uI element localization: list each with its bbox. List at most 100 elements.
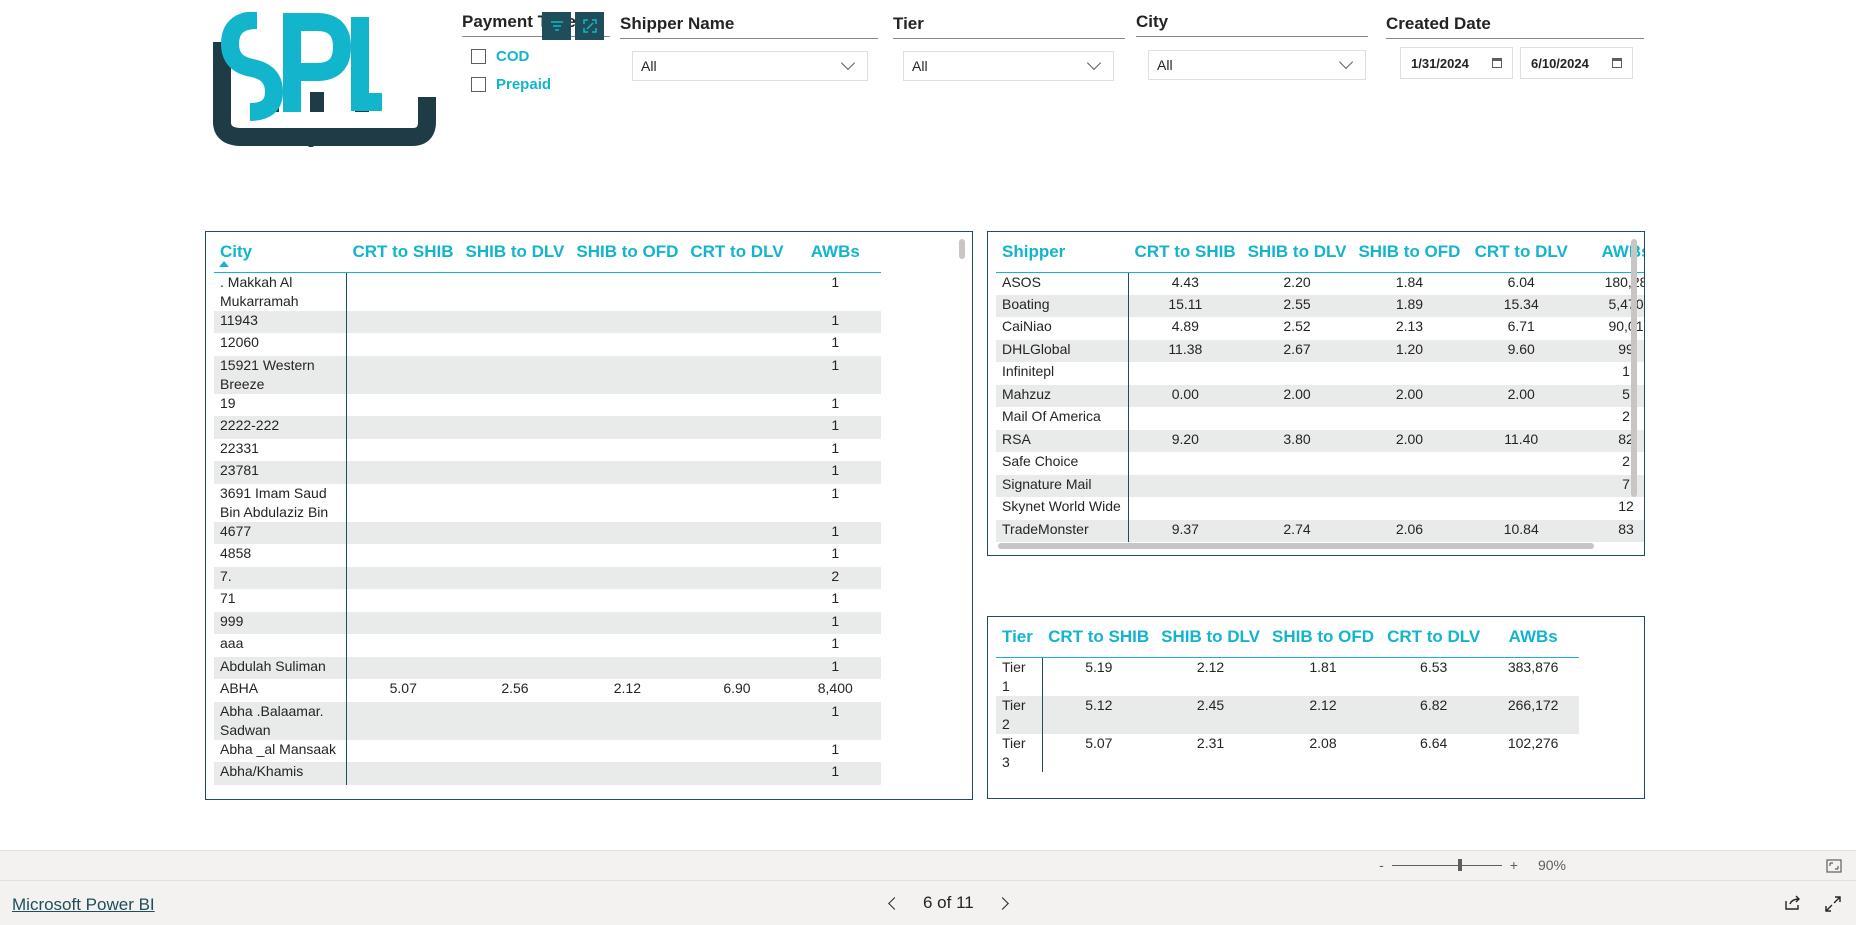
vertical-scrollbar[interactable] bbox=[959, 239, 965, 259]
checkbox-box[interactable] bbox=[471, 77, 486, 92]
table-row[interactable]: 2222-222 1 bbox=[214, 416, 881, 439]
table-cell bbox=[684, 416, 790, 439]
focus-mode-icon[interactable] bbox=[575, 12, 604, 40]
shipper-name-dropdown[interactable]: All bbox=[632, 51, 868, 81]
table-cell bbox=[1129, 407, 1242, 430]
table-cell bbox=[346, 461, 460, 484]
table-row[interactable]: ABHA 5.07 2.56 2.12 6.90 8,400 bbox=[214, 679, 881, 702]
table-cell: 1 bbox=[831, 484, 840, 501]
table-row[interactable]: Boating 15.11 2.55 1.89 15.34 5,470 bbox=[996, 294, 1644, 317]
city-dropdown[interactable]: All bbox=[1148, 50, 1366, 80]
next-page-icon[interactable] bbox=[995, 896, 1009, 910]
table-row[interactable]: 11943 1 bbox=[214, 310, 881, 333]
table-row[interactable]: 4858 1 bbox=[214, 544, 881, 567]
checkbox-cod[interactable]: COD bbox=[471, 48, 529, 65]
table-row[interactable]: Signature Mail 7 bbox=[996, 474, 1644, 497]
table-row[interactable]: 7. 2 bbox=[214, 566, 881, 589]
checkbox-prepaid[interactable]: Prepaid bbox=[471, 76, 551, 93]
column-header[interactable]: SHIB to DLV bbox=[1241, 232, 1353, 273]
table-row[interactable]: 4677 1 bbox=[214, 521, 881, 544]
table-cell bbox=[1242, 362, 1353, 385]
tier-dropdown[interactable]: All bbox=[903, 51, 1114, 81]
column-header[interactable]: SHIB to DLV bbox=[1155, 617, 1266, 658]
fit-to-page-icon[interactable] bbox=[1826, 859, 1842, 873]
power-bi-link[interactable]: Microsoft Power BI bbox=[12, 895, 155, 915]
table-row[interactable]: aaa 1 bbox=[214, 634, 881, 657]
table-row[interactable]: 23781 1 bbox=[214, 461, 881, 484]
column-header[interactable]: CRT to DLV bbox=[1466, 232, 1576, 273]
table-cell: 1 bbox=[789, 416, 881, 439]
table-cell: 2.55 bbox=[1241, 294, 1353, 317]
table-row[interactable]: Mail Of America 2 bbox=[996, 407, 1644, 430]
table-cell bbox=[460, 272, 571, 311]
zoom-out-button[interactable]: - bbox=[1379, 857, 1384, 873]
column-header[interactable]: CRT to DLV bbox=[684, 232, 790, 273]
table-row[interactable]: Infinitepl 1 bbox=[996, 362, 1644, 385]
start-date-input[interactable]: 1/31/2024 bbox=[1400, 47, 1513, 79]
table-cell bbox=[459, 416, 571, 439]
zoom-slider-thumb[interactable] bbox=[1457, 858, 1462, 871]
table-row[interactable]: Mahzuz 0.00 2.00 2.00 2.00 5 bbox=[996, 384, 1644, 407]
table-cell bbox=[460, 634, 571, 657]
table-cell: 1 bbox=[831, 545, 840, 561]
table-row[interactable]: ASOS 4.43 2.20 1.84 6.04 180,28 bbox=[996, 272, 1644, 295]
column-header[interactable]: CRT to SHIB bbox=[1042, 617, 1156, 658]
column-header[interactable]: SHIB to OFD bbox=[1265, 617, 1380, 658]
column-header[interactable]: CRT to SHIB bbox=[1128, 232, 1242, 273]
checkbox-box[interactable] bbox=[471, 49, 486, 64]
table-row[interactable]: TradeMonster 9.37 2.74 2.06 10.84 83 bbox=[996, 519, 1644, 542]
table-row[interactable]: Abha/Khamis 1 bbox=[214, 762, 881, 785]
column-header[interactable]: AWBs bbox=[789, 232, 881, 273]
table-cell: 1.84 bbox=[1395, 273, 1424, 290]
table-row[interactable]: CaiNiao 4.89 2.52 2.13 6.71 90,01 bbox=[996, 317, 1644, 340]
table-row[interactable]: . Makkah Al Mukarramah 1 bbox=[214, 272, 881, 311]
horizontal-scrollbar[interactable] bbox=[998, 543, 1594, 549]
table-row[interactable]: Tier 1 5.19 2.12 1.81 6.53 383,876 bbox=[996, 657, 1579, 696]
table-row[interactable]: Abha .Balaamar. Sadwan 1 bbox=[214, 701, 881, 740]
table-row[interactable]: RSA 9.20 3.80 2.00 11.40 82 bbox=[996, 429, 1644, 452]
table-row[interactable]: Abha _al Mansaak 1 bbox=[214, 739, 881, 762]
table-row[interactable]: Tier 2 5.12 2.45 2.12 6.82 266,172 bbox=[996, 695, 1579, 734]
vertical-scrollbar[interactable] bbox=[1631, 239, 1637, 497]
table-row[interactable]: Tier 3 5.07 2.31 2.08 6.64 102,276 bbox=[996, 733, 1579, 772]
row-label-cell: CaiNiao bbox=[996, 317, 1130, 340]
previous-page-icon[interactable] bbox=[888, 896, 901, 910]
table-row[interactable]: 999 1 bbox=[214, 611, 881, 634]
column-header[interactable]: AWBs bbox=[1487, 617, 1579, 658]
column-header[interactable]: SHIB to DLV bbox=[459, 232, 571, 273]
zoom-slider[interactable] bbox=[1391, 858, 1502, 871]
zoom-control: - + 90% bbox=[1379, 857, 1566, 873]
table-row[interactable]: Abdulah Suliman 1 bbox=[214, 656, 881, 679]
table-cell: 383,876 bbox=[1507, 658, 1559, 675]
table-cell: 2.13 bbox=[1395, 318, 1424, 334]
column-header[interactable]: SHIB to OFD bbox=[570, 232, 685, 273]
calendar-icon[interactable] bbox=[1492, 58, 1502, 68]
column-header[interactable]: CRT to DLV bbox=[1379, 617, 1488, 658]
table-row[interactable]: DHLGlobal 11.38 2.67 1.20 9.60 99 bbox=[996, 339, 1644, 362]
column-header[interactable]: Tier bbox=[996, 617, 1043, 658]
table-cell bbox=[1466, 497, 1576, 520]
table-row[interactable]: 3691 Imam Saud Bin Abdulaziz Bin 1 bbox=[214, 483, 881, 522]
table-row[interactable]: 12060 1 bbox=[214, 333, 881, 356]
table-cell bbox=[570, 355, 685, 394]
table-row[interactable]: 19 1 bbox=[214, 393, 881, 416]
column-header[interactable]: Shipper bbox=[996, 232, 1129, 273]
table-row[interactable]: Safe Choice 2 bbox=[996, 452, 1644, 475]
column-header[interactable]: City bbox=[214, 232, 347, 273]
filter-icon[interactable] bbox=[542, 12, 571, 40]
row-label-cell: 7. bbox=[214, 566, 347, 589]
fullscreen-icon[interactable] bbox=[1824, 895, 1842, 913]
spl-logo bbox=[213, 12, 436, 147]
sort-ascending-icon[interactable] bbox=[219, 261, 229, 267]
table-row[interactable]: 22331 1 bbox=[214, 438, 881, 461]
table-row[interactable]: 71 1 bbox=[214, 589, 881, 612]
end-date-input[interactable]: 6/10/2024 bbox=[1520, 47, 1633, 79]
table-row[interactable]: Skynet World Wide 12 bbox=[996, 497, 1644, 520]
table-row[interactable]: 15921 Western Breeze 1 bbox=[214, 355, 881, 394]
column-header[interactable]: CRT to SHIB bbox=[346, 232, 460, 273]
calendar-icon[interactable] bbox=[1612, 58, 1622, 68]
shipper-table-body: ASOS 4.43 2.20 1.84 6.04 180,28 Boating 15.11 2.… bbox=[996, 272, 1644, 542]
zoom-in-button[interactable]: + bbox=[1510, 857, 1518, 873]
column-header[interactable]: SHIB to OFD bbox=[1352, 232, 1467, 273]
share-icon[interactable] bbox=[1784, 895, 1802, 911]
